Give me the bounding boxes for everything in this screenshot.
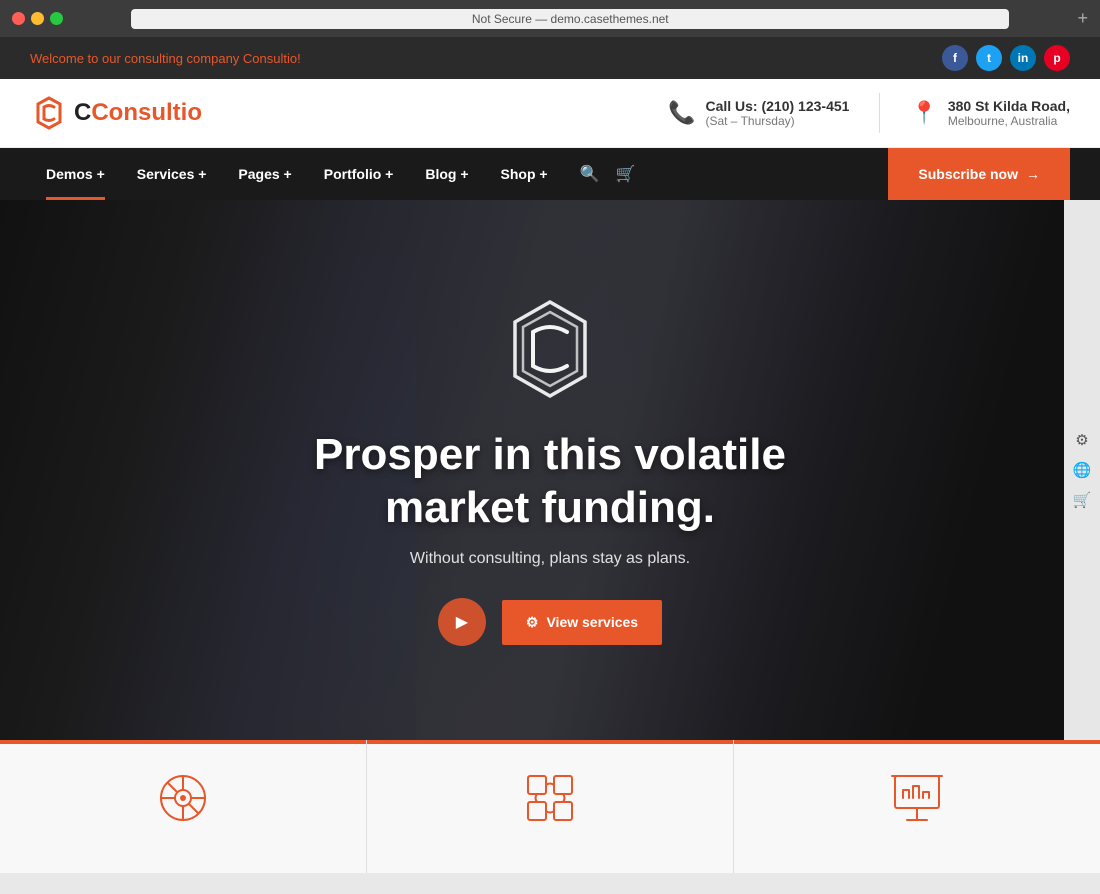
top-bar: Welcome to our consulting company Consul… — [0, 37, 1100, 79]
presentation-svg — [887, 768, 947, 828]
new-tab-button[interactable]: + — [1077, 8, 1088, 29]
maximize-dot[interactable] — [50, 12, 63, 25]
hero-logo — [314, 294, 786, 409]
nav-item-blog[interactable]: Blog + — [409, 148, 484, 200]
website: Welcome to our consulting company Consul… — [0, 37, 1100, 873]
cart-button[interactable]: 🛒 — [616, 164, 636, 184]
bottom-card-2 — [367, 740, 734, 873]
twitter-icon[interactable]: t — [976, 45, 1002, 71]
logo-text: CConsultio — [74, 99, 202, 127]
pinterest-icon[interactable]: p — [1044, 45, 1070, 71]
sidebar-tools: ⚙ 🌐 🛒 — [1064, 200, 1100, 740]
navbar: Demos + Services + Pages + Portfolio + B… — [0, 148, 1100, 200]
nav-items: Demos + Services + Pages + Portfolio + B… — [30, 148, 888, 200]
globe-tool[interactable]: 🌐 — [1073, 461, 1092, 479]
address-text: 380 St Kilda Road, Melbourne, Australia — [948, 98, 1070, 128]
browser-dots — [12, 12, 63, 25]
phone-text: Call Us: (210) 123-451 (Sat – Thursday) — [705, 98, 849, 128]
search-button[interactable]: 🔍 — [580, 164, 600, 184]
puzzle-svg — [520, 768, 580, 828]
header-contact-info: 📞 Call Us: (210) 123-451 (Sat – Thursday… — [668, 93, 1070, 133]
bottom-card-3 — [734, 740, 1100, 873]
hero-buttons: ▶ ⚙ View services — [314, 598, 786, 646]
social-icons: f t in p — [942, 45, 1070, 71]
c-logo-svg — [495, 294, 605, 404]
address-bar[interactable]: Not Secure — demo.casethemes.net — [131, 9, 1009, 29]
logo[interactable]: CConsultio — [30, 94, 202, 132]
address-info: 📍 380 St Kilda Road, Melbourne, Australi… — [910, 98, 1070, 128]
presentation-icon — [887, 768, 947, 837]
nav-item-services[interactable]: Services + — [121, 148, 223, 200]
play-button[interactable]: ▶ — [438, 598, 486, 646]
nav-item-pages[interactable]: Pages + — [222, 148, 307, 200]
cart-tool[interactable]: 🛒 — [1073, 491, 1092, 509]
location-icon: 📍 — [910, 100, 937, 126]
hero-content: Prosper in this volatile market funding.… — [294, 294, 806, 647]
phone-icon: 📞 — [668, 100, 695, 126]
facebook-icon[interactable]: f — [942, 45, 968, 71]
chart-icon — [153, 768, 213, 837]
nav-item-demos[interactable]: Demos + — [30, 148, 121, 200]
minimize-dot[interactable] — [31, 12, 44, 25]
hero-section: Prosper in this volatile market funding.… — [0, 200, 1100, 873]
hero-title: Prosper in this volatile market funding. — [314, 429, 786, 535]
header-divider — [879, 93, 880, 133]
bottom-cards — [0, 740, 1100, 873]
hero-subtitle: Without consulting, plans stay as plans. — [314, 550, 786, 568]
close-dot[interactable] — [12, 12, 25, 25]
nav-item-portfolio[interactable]: Portfolio + — [308, 148, 410, 200]
browser-chrome: Not Secure — demo.casethemes.net + — [0, 0, 1100, 37]
nav-item-shop[interactable]: Shop + — [485, 148, 564, 200]
services-button[interactable]: ⚙ View services — [502, 600, 662, 645]
nav-icons: 🔍 🛒 — [564, 164, 652, 184]
puzzle-icon — [520, 768, 580, 837]
bottom-card-1 — [0, 740, 367, 873]
settings-tool[interactable]: ⚙ — [1075, 431, 1088, 449]
phone-info: 📞 Call Us: (210) 123-451 (Sat – Thursday… — [668, 98, 849, 128]
logo-svg — [30, 94, 68, 132]
subscribe-button[interactable]: Subscribe now → — [888, 148, 1070, 200]
top-bar-welcome: Welcome to our consulting company Consul… — [30, 51, 301, 66]
linkedin-icon[interactable]: in — [1010, 45, 1036, 71]
site-header: CConsultio 📞 Call Us: (210) 123-451 (Sat… — [0, 79, 1100, 148]
services-icon: ⚙ — [526, 614, 539, 631]
hero: Prosper in this volatile market funding.… — [0, 200, 1100, 740]
chart-circle-icon — [153, 768, 213, 828]
